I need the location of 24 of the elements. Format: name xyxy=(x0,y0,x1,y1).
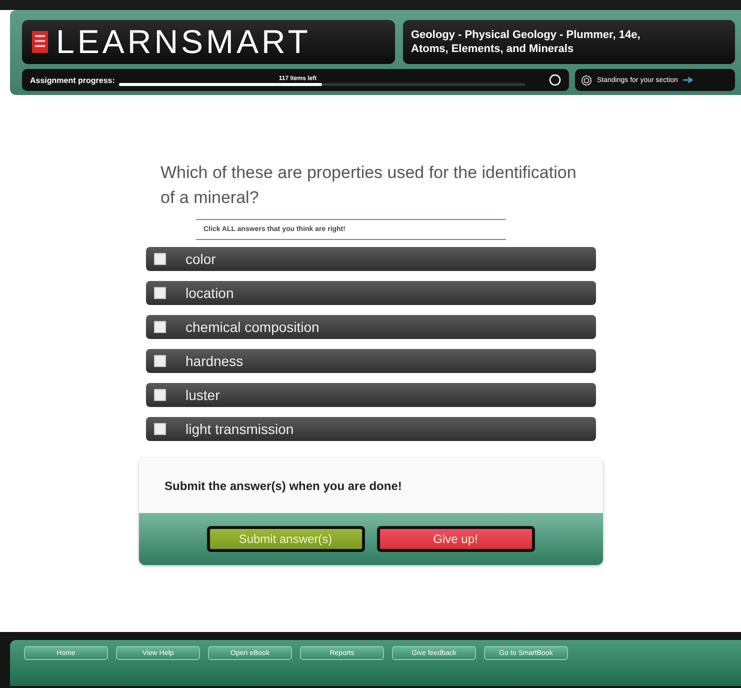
question-text: Which of these are properties used for the identification of a mineral? xyxy=(160,162,578,209)
answer-option[interactable]: color xyxy=(146,247,596,271)
submit-button[interactable]: Submit answer(s) xyxy=(206,526,364,552)
publisher-logo-icon xyxy=(32,31,48,53)
answer-option[interactable]: light transmission xyxy=(146,417,596,441)
checkbox[interactable] xyxy=(154,321,166,333)
compass-icon[interactable] xyxy=(549,74,561,86)
target-icon xyxy=(581,74,592,86)
checkbox[interactable] xyxy=(154,287,166,299)
checkbox[interactable] xyxy=(154,423,166,435)
submit-message: Submit the answer(s) when you are done! xyxy=(164,478,402,492)
checkbox[interactable] xyxy=(154,253,166,265)
answer-option[interactable]: hardness xyxy=(146,349,596,373)
checkbox[interactable] xyxy=(154,389,166,401)
app-logo: LEARNSMART xyxy=(56,23,311,61)
answer-option[interactable]: luster xyxy=(146,383,596,407)
checkbox[interactable] xyxy=(154,355,166,367)
give-up-button[interactable]: Give up! xyxy=(376,526,534,552)
topic-title: Atoms, Elements, and Minerals xyxy=(411,42,575,56)
answer-option[interactable]: chemical composition xyxy=(146,315,596,339)
answer-option[interactable]: location xyxy=(146,281,596,305)
progress-label: Assignment progress: xyxy=(30,76,115,84)
course-title: Geology - Physical Geology - Plummer, 14e, xyxy=(411,28,642,42)
arrow-icon xyxy=(682,77,693,83)
